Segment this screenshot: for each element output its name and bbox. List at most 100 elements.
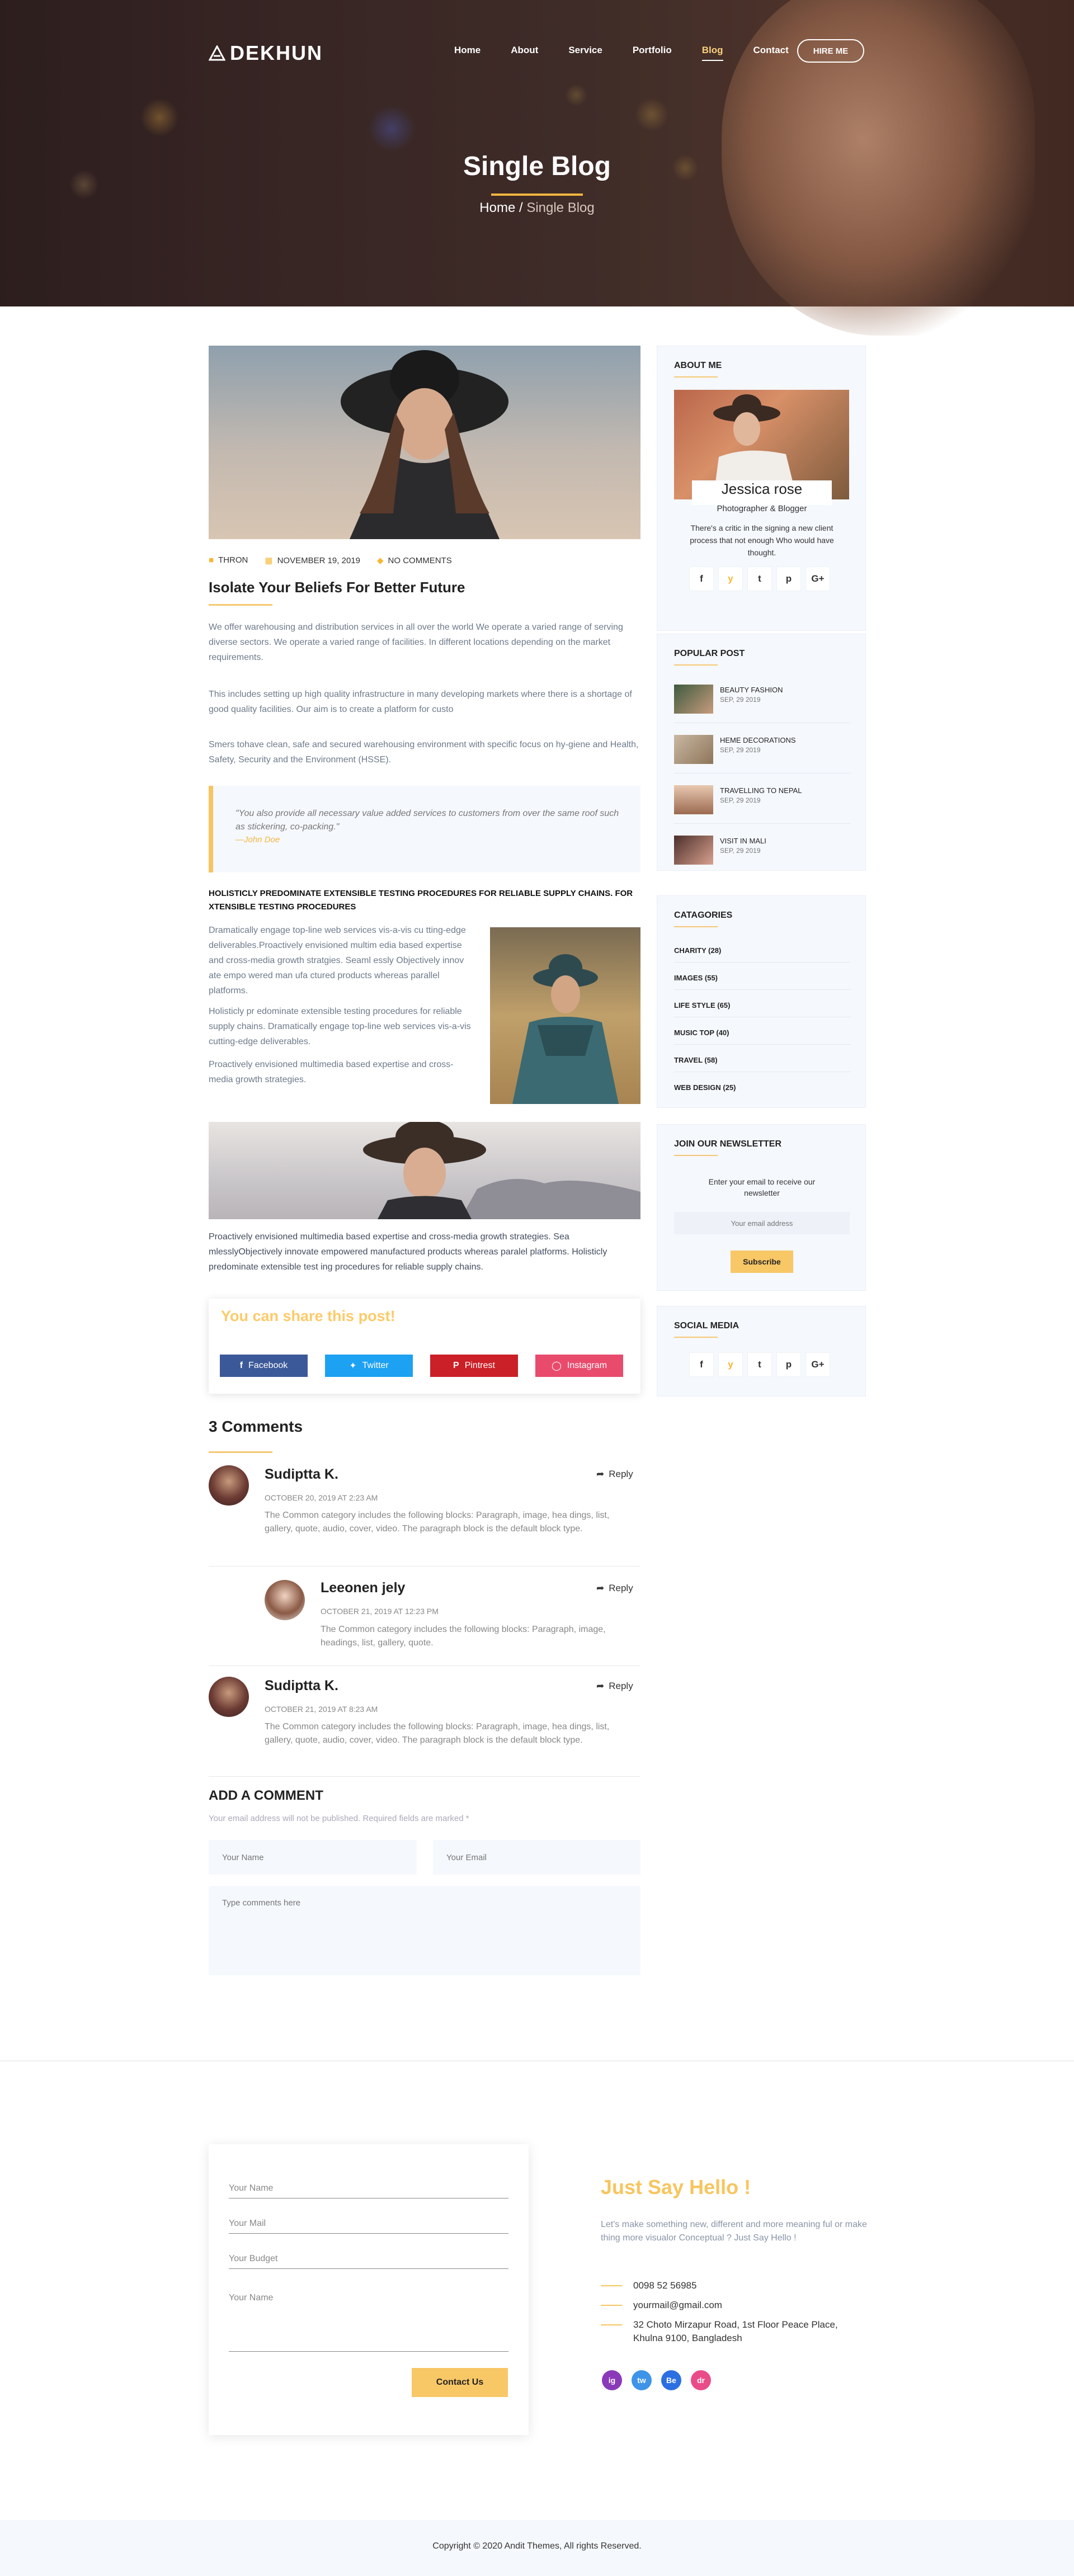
post-comments-count[interactable]: ◆ NO COMMENTS	[377, 555, 452, 565]
subscribe-button[interactable]: Subscribe	[731, 1251, 793, 1273]
category-item[interactable]: IMAGES (55)	[674, 974, 851, 982]
twitter-footer-link[interactable]: tw	[632, 2370, 652, 2390]
popular-post-date: SEP, 29 2019	[720, 796, 761, 804]
comment-name-input[interactable]	[209, 1840, 417, 1875]
breadcrumb-separator: /	[519, 200, 523, 215]
breadcrumb-home[interactable]: Home	[479, 200, 515, 215]
popular-post-item[interactable]: BEAUTY FASHION SEP, 29 2019	[674, 685, 851, 714]
comment-date: OCTOBER 21, 2019 AT 12:23 PM	[321, 1607, 439, 1616]
behance-footer-link[interactable]: Be	[661, 2370, 681, 2390]
behance-icon: Be	[666, 2376, 676, 2385]
hire-me-button[interactable]: HIRE ME	[797, 39, 864, 63]
share-facebook-button[interactable]: f Facebook	[220, 1355, 308, 1377]
comment-avatar	[265, 1580, 305, 1620]
main-nav: Home About Service Portfolio Blog Contac…	[454, 45, 819, 61]
side-paragraph-1: Dramatically engage top-line web service…	[209, 926, 466, 996]
tumblr-link[interactable]: t	[747, 1352, 772, 1377]
comments-title: 3 Comments	[209, 1418, 303, 1435]
share-pinterest-label: Pintrest	[464, 1361, 495, 1370]
instagram-footer-link[interactable]: ig	[602, 2370, 622, 2390]
dribbble-footer-link[interactable]: dr	[691, 2370, 711, 2390]
nav-about[interactable]: About	[511, 45, 538, 56]
comment-textarea[interactable]	[209, 1886, 640, 1975]
popular-post-title: HEME DECORATIONS	[720, 736, 796, 744]
email-text: yourmail@gmail.com	[633, 2300, 722, 2310]
category-item[interactable]: CHARITY (28)	[674, 946, 851, 955]
comment-avatar	[209, 1465, 249, 1506]
widget-title-underline	[674, 1337, 718, 1338]
contact-phone: 0098 52 56985	[601, 2279, 696, 2292]
site-logo[interactable]: DEKHUN	[209, 41, 323, 65]
reply-button[interactable]: ➦ Reply	[596, 1469, 633, 1480]
popular-post-thumb	[674, 836, 713, 865]
reply-label: Reply	[609, 1681, 633, 1691]
share-instagram-button[interactable]: ◯ Instagram	[535, 1355, 623, 1377]
section-divider	[0, 2060, 1074, 2061]
comment-email-input[interactable]	[433, 1840, 640, 1875]
contact-mail-input[interactable]: Your Mail	[229, 2219, 508, 2229]
nav-blog[interactable]: Blog	[701, 45, 723, 61]
input-underline	[229, 2351, 508, 2352]
popular-post-item[interactable]: TRAVELLING TO NEPAL SEP, 29 2019	[674, 785, 851, 814]
popular-post-item[interactable]: VISIT IN MALI SEP, 29 2019	[674, 836, 851, 865]
post-subheading: HOLISTICLY PREDOMINATE EXTENSIBLE TESTIN…	[209, 889, 633, 912]
popular-post-thumb	[674, 735, 713, 764]
nav-contact[interactable]: Contact	[753, 45, 789, 56]
widget-title-underline	[674, 1155, 718, 1156]
reply-icon: ➦	[596, 1681, 605, 1691]
facebook-link[interactable]: f	[689, 567, 714, 591]
youtube-link[interactable]: y	[718, 1352, 743, 1377]
reply-icon: ➦	[596, 1469, 605, 1479]
pinterest-icon: p	[785, 573, 792, 584]
contact-text: Let's make something new, different and …	[601, 2220, 867, 2243]
pinterest-link[interactable]: p	[776, 567, 801, 591]
calendar-icon: ▦	[265, 556, 273, 565]
nav-portfolio[interactable]: Portfolio	[633, 45, 672, 56]
category-item[interactable]: TRAVEL (58)	[674, 1056, 851, 1064]
google-plus-link[interactable]: G+	[805, 1352, 830, 1377]
comment-text: The Common category includes the followi…	[321, 1625, 606, 1648]
about-me-widget: ABOUT ME Jessica rose Photographer & Blo…	[657, 346, 866, 631]
nav-service[interactable]: Service	[568, 45, 602, 56]
category-item[interactable]: LIFE STYLE (65)	[674, 1001, 851, 1009]
woman-field-illustration	[512, 954, 619, 1104]
reply-button[interactable]: ➦ Reply	[596, 1583, 633, 1594]
reply-button[interactable]: ➦ Reply	[596, 1681, 633, 1692]
blockquote: "You also provide all necessary value ad…	[209, 786, 640, 872]
comment-divider	[209, 1566, 640, 1567]
contact-message-input[interactable]: Your Name	[229, 2293, 508, 2303]
divider	[674, 1044, 851, 1045]
share-facebook-label: Facebook	[248, 1361, 288, 1370]
about-social-links: f y t p G+	[689, 567, 830, 591]
facebook-link[interactable]: f	[689, 1352, 714, 1377]
instagram-icon: ig	[608, 2376, 616, 2385]
contact-email[interactable]: yourmail@gmail.com	[601, 2299, 722, 2312]
category-item[interactable]: WEB DESIGN (25)	[674, 1083, 851, 1092]
title-underline	[491, 194, 583, 196]
dash-icon	[601, 2324, 622, 2325]
tumblr-link[interactable]: t	[747, 567, 772, 591]
contact-name-input[interactable]: Your Name	[229, 2183, 508, 2193]
youtube-link[interactable]: y	[718, 567, 743, 591]
share-pinterest-button[interactable]: P Pintrest	[430, 1355, 518, 1377]
phone-text: 0098 52 56985	[633, 2280, 697, 2291]
post-author[interactable]: ■ THRON	[209, 555, 248, 565]
post-featured-image	[209, 346, 640, 539]
share-twitter-button[interactable]: ✦ Twitter	[325, 1355, 413, 1377]
newsletter-text: Enter your email to receive our newslett…	[708, 1177, 816, 1197]
google-plus-link[interactable]: G+	[805, 567, 830, 591]
popular-post-item[interactable]: HEME DECORATIONS SEP, 29 2019	[674, 735, 851, 764]
logo-triangle-icon	[209, 45, 225, 61]
category-item[interactable]: MUSIC TOP (40)	[674, 1028, 851, 1037]
add-comment-title: ADD A COMMENT	[209, 1788, 323, 1803]
pinterest-link[interactable]: p	[776, 1352, 801, 1377]
post-title-underline	[209, 604, 272, 606]
comments-text: NO COMMENTS	[388, 556, 452, 565]
contact-budget-input[interactable]: Your Budget	[229, 2254, 508, 2264]
comment-avatar	[209, 1677, 249, 1717]
contact-us-button[interactable]: Contact Us	[412, 2368, 508, 2397]
facebook-icon: f	[700, 1359, 703, 1370]
newsletter-email-input[interactable]	[674, 1212, 850, 1234]
nav-home[interactable]: Home	[454, 45, 481, 56]
comments-title-underline	[209, 1451, 272, 1453]
